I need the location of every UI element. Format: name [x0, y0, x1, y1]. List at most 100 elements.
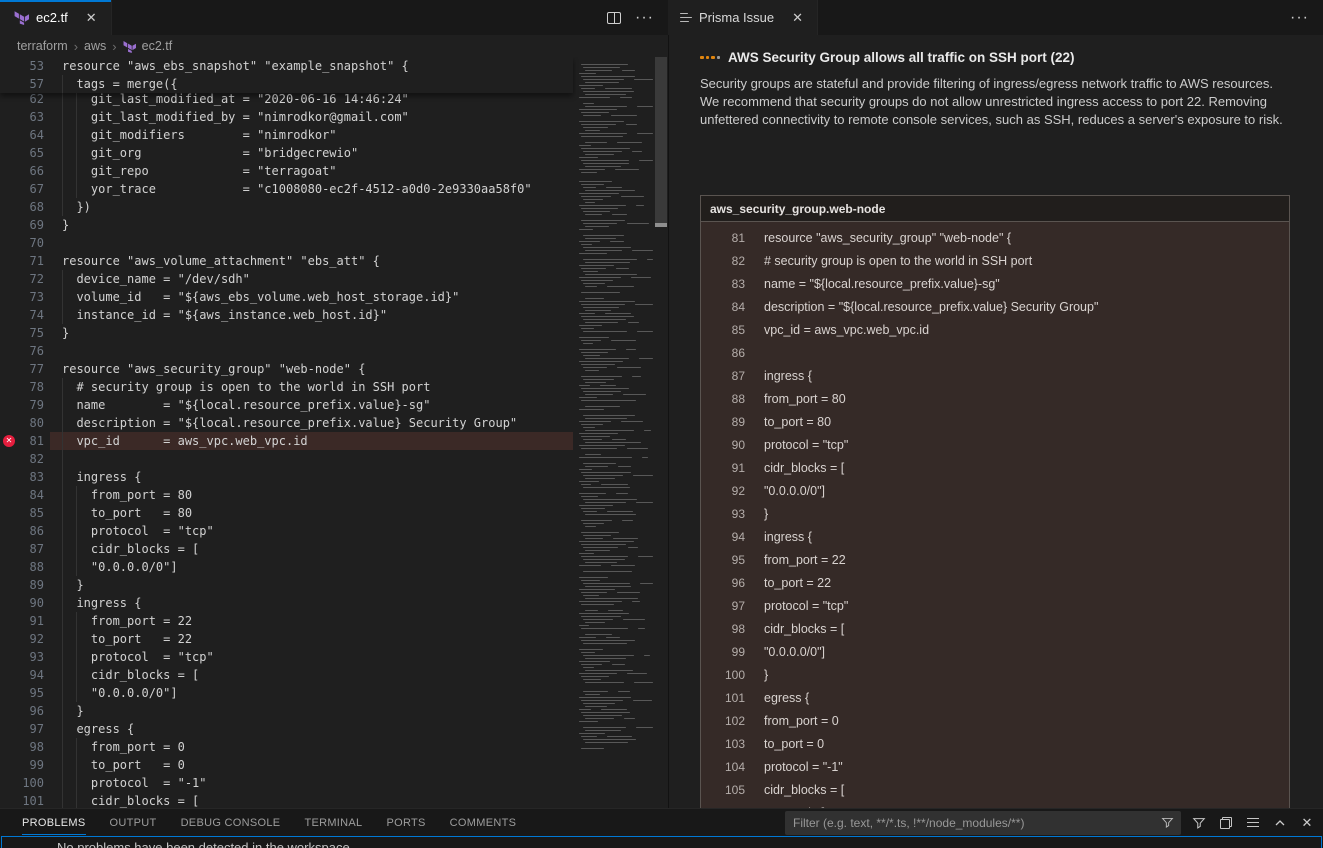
line-number: 92 [701, 480, 745, 503]
view-as-table-icon[interactable] [1244, 814, 1262, 832]
code-line-57: 57 tags = merge({ [0, 75, 573, 93]
close-icon[interactable]: ✕ [788, 8, 807, 28]
code-text: } [62, 702, 84, 720]
left-tab-bar: ec2.tf ✕ ··· [0, 0, 668, 35]
block-line-91: 91cidr_blocks = [ [701, 457, 1289, 480]
line-number: 74 [0, 306, 44, 324]
minimap[interactable] [575, 57, 653, 808]
code-text: protocol = "-1" [764, 756, 843, 779]
code-text: ingress { [62, 594, 141, 612]
filter-input-wrap [785, 811, 1181, 835]
code-line-71: 71 resource "aws_volume_attachment" "ebs_… [0, 252, 573, 270]
more-actions-icon[interactable]: ··· [635, 13, 654, 23]
code-text: protocol = "-1" [62, 774, 207, 792]
code-editor[interactable]: 62 git_last_modified_at = "2020-06-16 14… [0, 57, 668, 808]
code-line-94: 94 cidr_blocks = [ [0, 666, 573, 684]
code-line-95: 95 "0.0.0.0/0"] [0, 684, 573, 702]
panel-tab-ports[interactable]: PORTS [386, 810, 425, 835]
code-line-101: 101 cidr_blocks = [ [0, 792, 573, 808]
code-text: to_port = 22 [764, 572, 831, 595]
tab-ec2-tf[interactable]: ec2.tf ✕ [0, 0, 112, 35]
line-number: 99 [701, 641, 745, 664]
line-number: 82 [0, 450, 44, 468]
close-panel-icon[interactable]: ✕ [1298, 814, 1316, 832]
close-icon[interactable]: ✕ [82, 8, 101, 28]
breadcrumb-item-file[interactable]: ec2.tf [142, 39, 173, 53]
problems-content: No problems have been detected in the wo… [1, 836, 1322, 848]
split-editor-icon[interactable] [607, 12, 621, 24]
block-line-85: 85vpc_id = aws_vpc.web_vpc.id [701, 319, 1289, 342]
code-line-72: 72 device_name = "/dev/sdh" [0, 270, 573, 288]
line-number: 88 [701, 388, 745, 411]
line-number: 86 [701, 342, 745, 365]
code-text: cidr_blocks = [ [764, 457, 844, 480]
breadcrumb-item-terraform[interactable]: terraform [17, 39, 68, 53]
panel-tab-output[interactable]: OUTPUT [110, 810, 157, 835]
maximize-panel-icon[interactable] [1271, 814, 1289, 832]
panel-tab-debug-console[interactable]: DEBUG CONSOLE [181, 810, 281, 835]
code-line-81: 81✕ vpc_id = aws_vpc.web_vpc.id [0, 432, 573, 450]
breadcrumb-item-aws[interactable]: aws [84, 39, 106, 53]
line-number: 75 [0, 324, 44, 342]
line-number: 71 [0, 252, 44, 270]
code-line-97: 97 egress { [0, 720, 573, 738]
code-text: egress { [62, 720, 134, 738]
block-line-97: 97protocol = "tcp" [701, 595, 1289, 618]
prisma-issue-panel: AWS Security Group allows all traffic on… [669, 35, 1323, 808]
prisma-logo-icon [700, 56, 720, 60]
code-text: } [62, 576, 84, 594]
line-number: 89 [0, 576, 44, 594]
code-line-98: 98 from_port = 0 [0, 738, 573, 756]
code-text: to_port = 80 [764, 411, 831, 434]
code-text: from_port = 80 [764, 388, 846, 411]
block-line-94: 94ingress { [701, 526, 1289, 549]
scrollbar-thumb[interactable] [655, 57, 667, 227]
line-number: 88 [0, 558, 44, 576]
code-text: cidr_blocks = [ [764, 618, 844, 641]
block-line-101: 101egress { [701, 687, 1289, 710]
line-number: 81 [701, 227, 745, 250]
collapse-all-icon[interactable] [1217, 814, 1235, 832]
code-line-90: 90 ingress { [0, 594, 573, 612]
code-text: vpc_id = aws_vpc.web_vpc.id [62, 432, 308, 450]
block-line-99: 99"0.0.0.0/0"] [701, 641, 1289, 664]
code-text: "0.0.0.0/0"] [62, 558, 178, 576]
more-filters-icon[interactable] [1190, 814, 1208, 832]
code-text: resource "aws_volume_attachment" "ebs_at… [62, 252, 380, 270]
code-text: from_port = 22 [62, 612, 192, 630]
sticky-scroll: 53resource "aws_ebs_snapshot" "example_s… [0, 57, 573, 93]
line-number: 100 [0, 774, 44, 792]
line-number: 105 [701, 779, 745, 802]
code-text: name = "${local.resource_prefix.value}-s… [62, 396, 430, 414]
code-text: instance_id = "${aws_instance.web_host.i… [62, 306, 387, 324]
tab-prisma-issue[interactable]: Prisma Issue ✕ [668, 0, 818, 35]
code-text: protocol = "tcp" [62, 522, 214, 540]
panel-tab-problems[interactable]: PROBLEMS [22, 810, 86, 835]
code-text: protocol = "tcp" [62, 648, 214, 666]
code-text: "0.0.0.0/0"] [764, 480, 825, 503]
line-number: 104 [701, 756, 745, 779]
problems-filter-input[interactable] [785, 811, 1181, 835]
block-line-98: 98cidr_blocks = [ [701, 618, 1289, 641]
code-text: } [62, 216, 69, 234]
line-number: 91 [0, 612, 44, 630]
line-number: 73 [0, 288, 44, 306]
panel-tab-comments[interactable]: COMMENTS [450, 810, 517, 835]
line-number: 87 [701, 365, 745, 388]
code-line-96: 96 } [0, 702, 573, 720]
block-line-95: 95from_port = 22 [701, 549, 1289, 572]
code-text: } [764, 503, 768, 526]
code-line-74: 74 instance_id = "${aws_instance.web_hos… [0, 306, 573, 324]
block-line-96: 96to_port = 22 [701, 572, 1289, 595]
line-number: 86 [0, 522, 44, 540]
code-line-100: 100 protocol = "-1" [0, 774, 573, 792]
block-line-81: 81resource "aws_security_group" "web-nod… [701, 227, 1289, 250]
block-line-88: 88 from_port = 80 [701, 388, 1289, 411]
line-number: 93 [701, 503, 745, 526]
more-actions-icon[interactable]: ··· [1290, 13, 1309, 23]
editor-scrollbar[interactable] [654, 57, 668, 808]
code-text: description = "${local.resource_prefix.v… [62, 414, 517, 432]
code-text: cidr_blocks = [ [62, 540, 199, 558]
line-number: 98 [0, 738, 44, 756]
panel-tab-terminal[interactable]: TERMINAL [304, 810, 362, 835]
